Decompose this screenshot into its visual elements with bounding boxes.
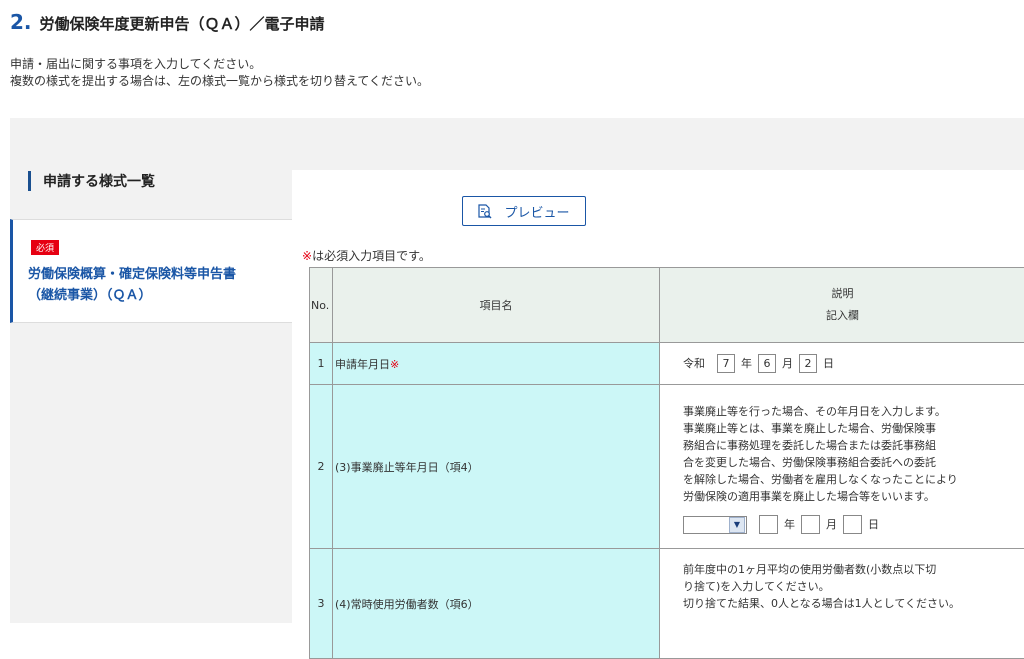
description-line: 合を変更した場合、労働保険事務組合委託への委託 [683,454,1013,471]
table-row: 3 (4)常時使用労働者数（項6） 前年度中の1ヶ月平均の使用労働者数(小数点以… [310,549,1024,659]
year-unit: 年 [784,516,795,533]
heading-accent-bar [28,171,31,191]
description-line: 前年度中の1ヶ月平均の使用労働者数(小数点以下切 [683,561,1013,578]
sidebar-item-label: 労働保険概算・確定保険料等申告書 （継続事業）（ＱＡ） [28,264,278,306]
row-label: 申請年月日※ [333,343,660,385]
row-input-cell: 前年度中の1ヶ月平均の使用労働者数(小数点以下切 り捨て)を入力してください。 … [660,549,1024,659]
required-note: ※は必須入力項目です。 [302,247,431,264]
row-input-cell: 令和 7 年 6 月 2 日 [660,343,1024,385]
row-label: (4)常時使用労働者数（項6） [333,549,660,659]
required-mark: ※ [390,358,399,371]
form-name-line1: 労働保険概算・確定保険料等申告書 [28,264,278,285]
day-field[interactable]: 2 [799,354,817,373]
description-line: 務組合に事務処理を委託した場合または委託事務組 [683,437,1013,454]
required-badge: 必須 [31,240,59,255]
section-number: 2. [10,10,32,34]
era-label: 令和 [683,355,705,372]
description-line: 事業廃止等を行った場合、その年月日を入力します。 [683,403,1013,420]
row-description: 事業廃止等を行った場合、その年月日を入力します。 事業廃止等とは、事業を廃止した… [683,399,1013,505]
month-field[interactable]: 6 [758,354,776,373]
description-line: 事業廃止等とは、事業を廃止した場合、労働保険事 [683,420,1013,437]
row-number: 3 [310,549,333,659]
description-line: り捨て)を入力してください。 [683,578,1013,595]
form-content: プレビュー ※は必須入力項目です。 No. 項目名 説明 記入欄 1 申請年月日… [292,170,1024,623]
row-label: (3)事業廃止等年月日（項4） [333,385,660,549]
page-description: 申請・届出に関する事項を入力してください。 複数の様式を提出する場合は、左の様式… [10,56,429,90]
table-row: 2 (3)事業廃止等年月日（項4） 事業廃止等を行った場合、その年月日を入力しま… [310,385,1024,549]
row-number: 1 [310,343,333,385]
page-title: 労働保険年度更新申告（ＱＡ）／電子申請 [40,13,325,34]
discontinuation-date-input: ▼ 年 月 日 [683,515,1013,534]
day-field[interactable] [843,515,862,534]
chevron-down-icon: ▼ [729,517,745,533]
sidebar-item-form[interactable]: 必須 労働保険概算・確定保険料等申告書 （継続事業）（ＱＡ） [10,219,292,323]
table-header-row: No. 項目名 説明 記入欄 [310,268,1024,343]
required-mark: ※ [302,249,312,263]
year-field[interactable]: 7 [717,354,735,373]
sidebar-heading-label: 申請する様式一覧 [43,171,155,191]
year-field[interactable] [759,515,778,534]
table-row: 1 申請年月日※ 令和 7 年 6 月 2 日 [310,343,1024,385]
day-unit: 日 [868,516,879,533]
row-label-text: 申請年月日 [335,358,390,371]
preview-button[interactable]: プレビュー [462,196,586,226]
preview-document-icon [478,204,492,219]
era-select[interactable]: ▼ [683,516,747,534]
column-header-description: 説明 記入欄 [660,268,1024,343]
sidebar-heading: 申請する様式一覧 [28,170,155,192]
day-unit: 日 [823,355,834,372]
header-desc-line2: 記入欄 [661,305,1024,327]
description-line: 切り捨てた結果、0人となる場合は1人としてください。 [683,595,1013,612]
application-date-input: 令和 7 年 6 月 2 日 [683,354,1013,373]
row-number: 2 [310,385,333,549]
preview-button-label: プレビュー [504,202,569,221]
header-desc-line1: 説明 [661,283,1024,305]
description-line: 複数の様式を提出する場合は、左の様式一覧から様式を切り替えてください。 [10,73,429,90]
description-line: を解除した場合、労働者を雇用しなくなったことにより [683,471,1013,488]
month-unit: 月 [782,355,793,372]
form-name-line2: （継続事業）（ＱＡ） [28,285,278,306]
row-input-cell: 事業廃止等を行った場合、その年月日を入力します。 事業廃止等とは、事業を廃止した… [660,385,1024,549]
page-heading: 2. 労働保険年度更新申告（ＱＡ）／電子申請 [10,10,325,34]
description-line: 申請・届出に関する事項を入力してください。 [10,56,429,73]
column-header-item: 項目名 [333,268,660,343]
description-line: 労働保険の適用事業を廃止した場合等をいいます。 [683,488,1013,505]
form-table: No. 項目名 説明 記入欄 1 申請年月日※ 令和 7 年 [309,267,1024,659]
required-note-text: は必須入力項目です。 [312,249,431,263]
form-panel: 申請する様式一覧 必須 労働保険概算・確定保険料等申告書 （継続事業）（ＱＡ） … [10,118,1024,623]
column-header-no: No. [310,268,333,343]
year-unit: 年 [741,355,752,372]
month-unit: 月 [826,516,837,533]
month-field[interactable] [801,515,820,534]
